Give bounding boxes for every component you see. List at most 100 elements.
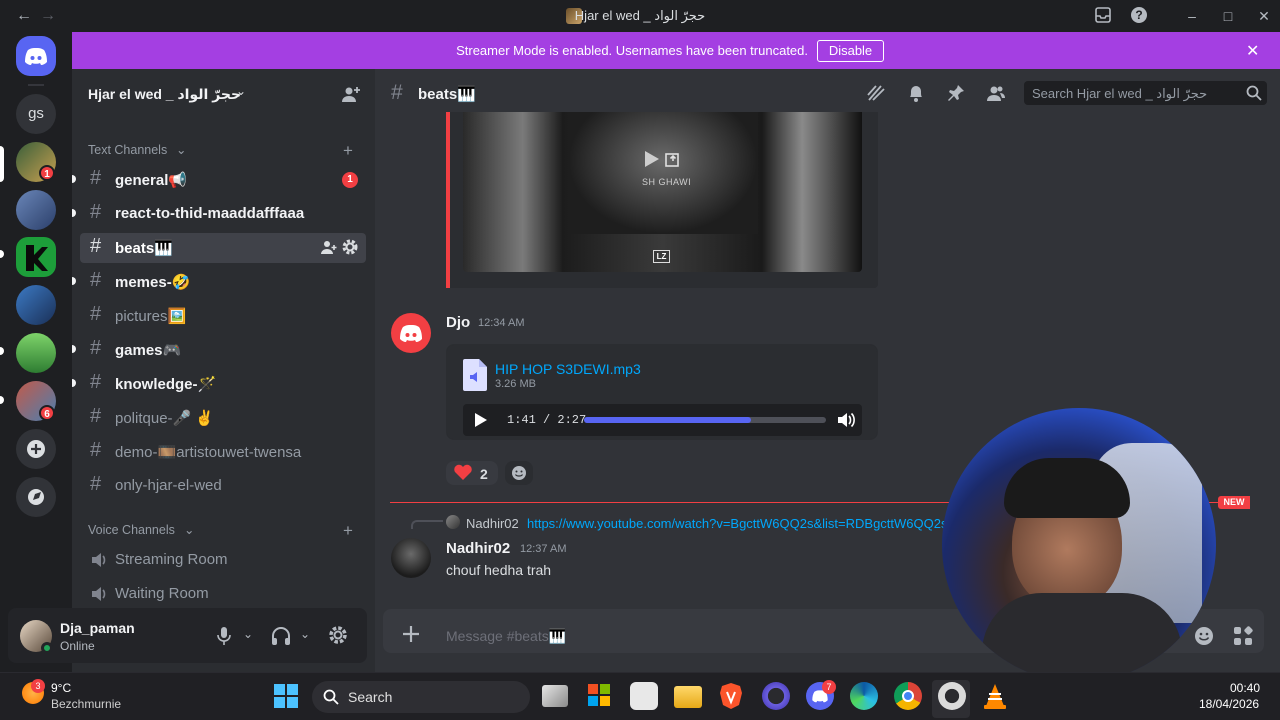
invite-icon[interactable] (341, 84, 361, 104)
server-avatar-5[interactable] (16, 333, 56, 373)
user-settings-gear-icon[interactable] (328, 625, 348, 645)
open-external-icon[interactable] (664, 150, 682, 168)
chevron-down-icon[interactable]: ⌄ (300, 627, 310, 641)
speaker-icon (90, 551, 108, 569)
selected-server-pill (0, 146, 4, 182)
audio-progress-track[interactable] (584, 417, 826, 423)
banner-text: Streamer Mode is enabled. Usernames have… (456, 43, 808, 58)
server-avatar-2[interactable] (16, 190, 56, 230)
bell-icon[interactable] (906, 83, 926, 103)
weather-badge: 3 (31, 679, 45, 693)
microphone-icon[interactable] (215, 626, 233, 646)
server-avatar-4[interactable] (16, 285, 56, 325)
volume-icon[interactable] (836, 410, 856, 430)
smiley-icon (511, 465, 527, 481)
inbox-icon[interactable] (1094, 6, 1114, 26)
file-explorer-icon[interactable] (674, 686, 702, 708)
server-avatar-3[interactable] (16, 237, 56, 277)
edge-icon[interactable] (850, 682, 878, 710)
create-invite-icon[interactable] (321, 239, 337, 255)
member-list-icon[interactable] (986, 83, 1006, 103)
video-tag: LZ (653, 250, 670, 263)
message-text: chouf hedha trah (446, 562, 552, 578)
category-text-channels[interactable]: Text Channels (88, 143, 167, 157)
add-server-icon[interactable] (16, 429, 56, 469)
channel-label: beats🎹 (115, 240, 173, 257)
close-icon[interactable]: ✕ (1246, 41, 1259, 61)
channel-label: Waiting Room (115, 585, 209, 602)
channel-label: general📢 (115, 172, 188, 189)
username[interactable]: Dja_paman (60, 620, 135, 636)
avatar[interactable] (391, 313, 431, 353)
clock-date[interactable]: 18/04/2026 (1199, 697, 1259, 711)
reply-spine (411, 520, 443, 529)
weather-place: Bezchmurnie (51, 697, 122, 711)
create-channel-icon[interactable]: + (343, 141, 353, 161)
chevron-down-icon[interactable]: ⌄ (243, 627, 253, 641)
webcam-overlay (942, 408, 1216, 682)
gear-icon[interactable] (341, 238, 359, 256)
audio-file-icon (463, 359, 487, 391)
threads-icon[interactable] (866, 83, 886, 103)
help-icon[interactable]: ? (1130, 6, 1150, 26)
add-attachment-icon[interactable] (400, 623, 422, 645)
discord-home-icon[interactable] (16, 36, 56, 76)
discord-badge: 7 (822, 680, 836, 694)
hashtag-icon: # (90, 371, 102, 393)
obs-icon[interactable] (938, 682, 966, 710)
avatar[interactable] (391, 538, 431, 578)
channel-label: politque-🎤 ✌️ (115, 410, 215, 427)
disable-button[interactable]: Disable (817, 40, 884, 62)
taskbar-search-label: Search (348, 689, 393, 705)
hashtag-locked-icon: # (90, 473, 102, 495)
search-icon[interactable] (1246, 85, 1262, 101)
emoji-icon[interactable] (1194, 626, 1214, 646)
pin-icon[interactable] (946, 83, 966, 103)
audio-time: 1:41 / 2:27 (507, 413, 587, 427)
apps-icon[interactable] (1233, 626, 1253, 646)
message-input[interactable]: Message #beats🎹 (446, 628, 566, 645)
weather-temp[interactable]: 9°C (51, 681, 71, 695)
category-voice-channels[interactable]: Voice Channels (88, 523, 175, 537)
windows-start-icon[interactable] (274, 684, 298, 708)
discover-icon[interactable] (16, 477, 56, 517)
hashtag-icon: # (90, 439, 102, 461)
attachment-filename[interactable]: HIP HOP S3DEWI.mp3 (495, 361, 641, 377)
reply-link[interactable]: https://www.youtube.com/watch?v=BgcttW6Q… (527, 516, 947, 531)
hashtag-icon: # (90, 201, 102, 223)
task-view-icon[interactable] (542, 685, 568, 707)
brave-icon[interactable] (718, 682, 746, 710)
message-author[interactable]: Nadhir02 (446, 540, 510, 557)
reply-author[interactable]: Nadhir02 (466, 516, 519, 531)
svg-text:?: ? (1135, 8, 1142, 22)
store-icon[interactable] (586, 682, 614, 710)
channel-label: pictures🖼️ (115, 308, 187, 325)
video-frame (568, 112, 758, 234)
audio-progress-fill (584, 417, 751, 423)
channel-label: react-to-thid-maaddafffaaa (115, 205, 305, 222)
speaker-icon (90, 585, 108, 603)
headphones-icon[interactable] (271, 626, 291, 646)
hashtag-icon: # (90, 235, 102, 257)
calculator-icon[interactable] (630, 682, 658, 710)
attachment-size: 3.26 MB (495, 378, 536, 390)
channel-label: memes-🤣 (115, 274, 191, 291)
message-author[interactable]: Djo (446, 314, 470, 331)
play-icon[interactable] (640, 148, 662, 170)
clock-time[interactable]: 00:40 (1230, 681, 1260, 695)
maximize-icon[interactable]: □ (1218, 6, 1238, 26)
channel-label: demo-🎞️artistouwet-twensa (115, 444, 302, 461)
create-channel-icon[interactable]: + (343, 521, 353, 541)
server-badge: 6 (39, 405, 55, 421)
chevron-down-icon: ⌄ (176, 143, 187, 157)
mention-badge: 1 (342, 172, 358, 188)
server-gs[interactable]: gs (16, 94, 56, 134)
obs-like-icon[interactable] (762, 682, 790, 710)
vlc-icon[interactable] (982, 682, 1010, 710)
chrome-icon[interactable] (894, 682, 922, 710)
minimize-icon[interactable]: – (1182, 6, 1202, 26)
play-icon[interactable] (471, 411, 489, 429)
taskbar-search[interactable] (312, 681, 530, 713)
user-status: Online (60, 639, 95, 653)
close-window-icon[interactable]: ✕ (1254, 6, 1274, 26)
